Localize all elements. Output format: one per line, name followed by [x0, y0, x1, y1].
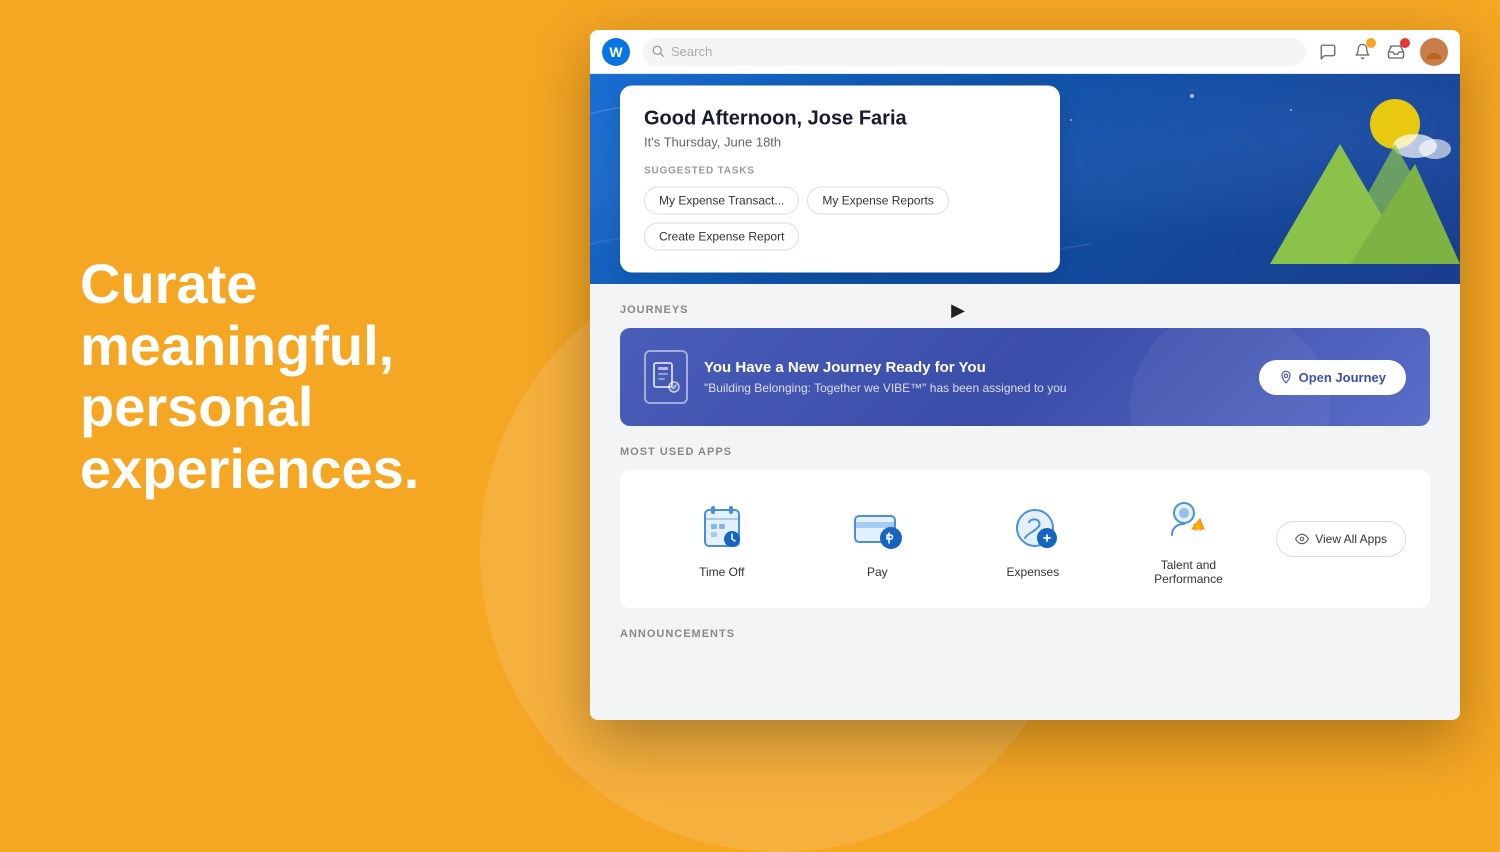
- app-item-expenses[interactable]: Expenses: [955, 499, 1111, 579]
- apps-card: Time Off Pay: [620, 470, 1430, 608]
- view-all-apps-button[interactable]: View All Apps: [1276, 521, 1406, 557]
- notification-badge: [1366, 38, 1376, 48]
- app-item-pay[interactable]: Pay: [800, 499, 956, 579]
- user-avatar[interactable]: [1420, 38, 1448, 66]
- workday-logo: W: [602, 38, 630, 66]
- app-label-pay: Pay: [867, 565, 888, 579]
- main-content: Good Afternoon, Jose Faria It's Thursday…: [590, 74, 1460, 720]
- toolbar-actions: [1318, 38, 1448, 66]
- mountain-illustration: [1240, 84, 1460, 284]
- announcements-section: ANNOUNCEMENTS: [590, 628, 1460, 672]
- inbox-badge: [1400, 38, 1410, 48]
- journey-subtitle: "Building Belonging: Together we VIBE™" …: [704, 381, 1067, 395]
- app-label-expenses: Expenses: [1007, 565, 1060, 579]
- star-decoration: [1190, 94, 1194, 98]
- journey-title: You Have a New Journey Ready for You: [704, 359, 1067, 376]
- talent-icon: [1160, 492, 1216, 548]
- open-journey-button[interactable]: Open Journey: [1259, 360, 1406, 395]
- left-panel: Curate meaningful, personal experiences.: [80, 253, 500, 499]
- map-pin-icon: [1279, 370, 1293, 384]
- browser-window: W Search: [590, 30, 1460, 720]
- greeting-text: Good Afternoon, Jose Faria: [644, 108, 1036, 131]
- journey-left: You Have a New Journey Ready for You "Bu…: [644, 350, 1067, 404]
- task-buttons: My Expense Transact... My Expense Report…: [644, 187, 1036, 251]
- view-all-label: View All Apps: [1315, 532, 1387, 546]
- suggested-tasks-label: SUGGESTED TASKS: [644, 166, 1036, 177]
- search-bar[interactable]: Search: [642, 38, 1306, 66]
- time-off-icon: [694, 499, 750, 555]
- task-btn-create-expense[interactable]: Create Expense Report: [644, 223, 799, 251]
- chat-icon[interactable]: [1318, 42, 1338, 62]
- announcements-label: ANNOUNCEMENTS: [620, 628, 1430, 640]
- app-label-talent: Talent andPerformance: [1154, 558, 1223, 586]
- journeys-section: JOURNEYS You Have a New: [590, 284, 1460, 446]
- journey-icon: [644, 350, 688, 404]
- search-placeholder: Search: [671, 44, 712, 59]
- headline: Curate meaningful, personal experiences.: [80, 253, 500, 499]
- journeys-label: JOURNEYS: [620, 304, 1430, 316]
- journey-card: You Have a New Journey Ready for You "Bu…: [620, 328, 1430, 426]
- notifications-icon[interactable]: [1352, 42, 1372, 62]
- cursor: ▶: [951, 300, 965, 321]
- task-btn-expense-transactions[interactable]: My Expense Transact...: [644, 187, 799, 215]
- task-btn-expense-reports[interactable]: My Expense Reports: [807, 187, 948, 215]
- expenses-icon: [1005, 499, 1061, 555]
- apps-section: MOST USED APPS: [590, 446, 1460, 628]
- search-icon: [652, 45, 665, 58]
- pay-icon: [849, 499, 905, 555]
- app-item-time-off[interactable]: Time Off: [644, 499, 800, 579]
- app-label-time-off: Time Off: [699, 565, 744, 579]
- eye-icon: [1295, 532, 1309, 546]
- apps-label: MOST USED APPS: [620, 446, 1430, 458]
- inbox-icon[interactable]: [1386, 42, 1406, 62]
- journey-text: You Have a New Journey Ready for You "Bu…: [704, 359, 1067, 395]
- browser-toolbar: W Search: [590, 30, 1460, 74]
- star-decoration: [1070, 119, 1072, 121]
- greeting-card: Good Afternoon, Jose Faria It's Thursday…: [620, 86, 1060, 273]
- open-journey-label: Open Journey: [1299, 370, 1386, 385]
- app-item-talent[interactable]: Talent andPerformance: [1111, 492, 1267, 586]
- hero-banner: Good Afternoon, Jose Faria It's Thursday…: [590, 74, 1460, 284]
- date-text: It's Thursday, June 18th: [644, 135, 1036, 150]
